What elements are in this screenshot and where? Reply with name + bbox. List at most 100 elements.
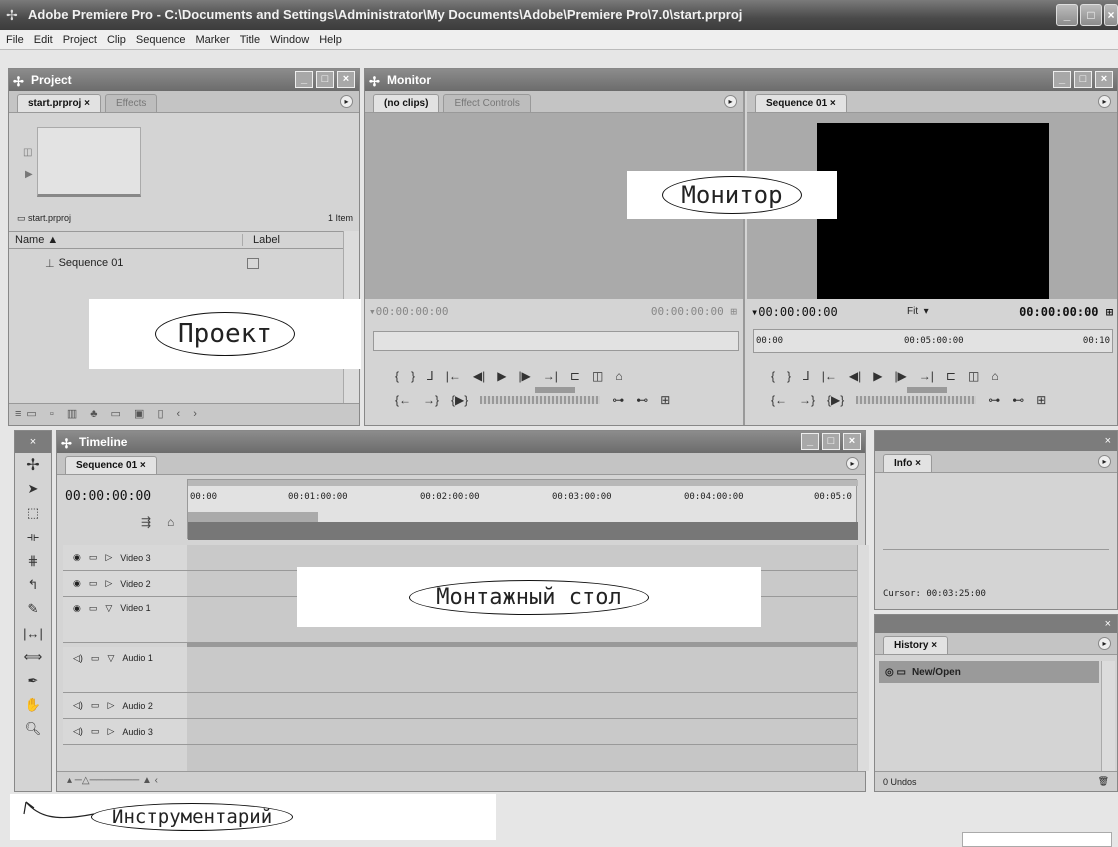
- close-button[interactable]: ×: [1104, 4, 1118, 26]
- ripple-edit-tool-icon[interactable]: ⟛: [15, 525, 51, 549]
- project-toolbar[interactable]: ≡▭ ▫ ▥ ♣ ▭ ▣ ▯ ‹ ›: [9, 403, 359, 425]
- work-area-range[interactable]: [188, 512, 318, 522]
- zoom-tool-icon[interactable]: 🔍︎: [15, 717, 51, 741]
- mark-out-icon[interactable]: }: [411, 369, 415, 383]
- go-to-next-edit-icon[interactable]: →}: [423, 393, 439, 407]
- panel-menu-button[interactable]: ▸: [1098, 455, 1111, 468]
- lock-icon[interactable]: ▭: [89, 578, 98, 589]
- lock-icon[interactable]: ▭: [89, 603, 98, 614]
- marker-icon[interactable]: ⌂: [167, 515, 174, 529]
- expand-icon[interactable]: ▷: [105, 578, 112, 589]
- panel-menu-button[interactable]: ▸: [1098, 637, 1111, 650]
- jog-control[interactable]: [856, 396, 977, 404]
- panel-menu-button[interactable]: ▸: [846, 457, 859, 470]
- mark-out-icon[interactable]: }: [787, 369, 791, 383]
- timeline-vertical-scrollbar[interactable]: [857, 545, 869, 771]
- menu-help[interactable]: Help: [319, 34, 342, 46]
- speaker-icon[interactable]: ◁): [73, 700, 83, 711]
- timeline-zoom-bar[interactable]: ▴ ─△─────── ▲ ‹: [57, 771, 865, 791]
- timeline-timecode[interactable]: 00:00:00:00: [65, 489, 151, 504]
- step-forward-icon[interactable]: |▶: [518, 369, 530, 383]
- pen-tool-icon[interactable]: ✒: [15, 669, 51, 693]
- maximize-button[interactable]: □: [1080, 4, 1102, 26]
- panel-close-button[interactable]: ×: [337, 71, 355, 88]
- menu-sequence[interactable]: Sequence: [136, 34, 186, 46]
- go-to-out-icon[interactable]: →|: [543, 369, 558, 383]
- eye-icon[interactable]: ◉: [73, 552, 81, 563]
- menu-title[interactable]: Title: [240, 34, 260, 46]
- expand-icon[interactable]: ▽: [105, 603, 112, 614]
- tab-no-clips[interactable]: (no clips): [373, 94, 440, 112]
- shuttle-slider[interactable]: [535, 387, 575, 393]
- source-time-ruler[interactable]: [373, 331, 739, 351]
- shuttle-slider[interactable]: [907, 387, 947, 393]
- extract-icon[interactable]: ⊷: [1012, 393, 1024, 407]
- panel-maximize-button[interactable]: □: [316, 71, 334, 88]
- loop-icon[interactable]: ⊏: [570, 369, 580, 383]
- step-back-icon[interactable]: ◀|: [849, 369, 861, 383]
- tab-sequence-01[interactable]: Sequence 01 ×: [65, 456, 157, 474]
- track-header-video-3[interactable]: ◉ ▭ ▷ Video 3: [63, 545, 187, 571]
- lock-icon[interactable]: ▭: [89, 552, 98, 563]
- work-area-bar[interactable]: [188, 480, 858, 486]
- play-in-to-out-icon[interactable]: {▶}: [451, 393, 468, 407]
- menu-file[interactable]: File: [6, 34, 24, 46]
- trim-icon[interactable]: ⊞: [1036, 393, 1046, 407]
- slip-tool-icon[interactable]: |↔|: [15, 621, 51, 645]
- panel-minimize-button[interactable]: _: [801, 433, 819, 450]
- panel-maximize-button[interactable]: □: [1074, 71, 1092, 88]
- go-to-out-icon[interactable]: →|: [919, 369, 934, 383]
- rate-stretch-tool-icon[interactable]: ↰: [15, 573, 51, 597]
- panel-menu-button[interactable]: ▸: [340, 95, 353, 108]
- program-time-ruler[interactable]: 00:00 00:05:00:00 00:10: [753, 329, 1113, 353]
- play-in-to-out-icon[interactable]: {▶}: [827, 393, 844, 407]
- lift-icon[interactable]: ⊶: [988, 393, 1000, 407]
- fit-dropdown[interactable]: Fit ▾: [907, 306, 929, 317]
- track-audio-3[interactable]: [187, 719, 857, 745]
- output-icon[interactable]: ⌂: [615, 369, 622, 383]
- go-to-next-edit-icon[interactable]: →}: [799, 393, 815, 407]
- menu-window[interactable]: Window: [270, 34, 309, 46]
- minimize-button[interactable]: _: [1056, 4, 1078, 26]
- tab-info[interactable]: Info ×: [883, 454, 932, 472]
- rolling-edit-tool-icon[interactable]: ⋕: [15, 549, 51, 573]
- output-icon[interactable]: ⌂: [991, 369, 998, 383]
- eye-icon[interactable]: ◉: [73, 603, 81, 614]
- label-color-swatch[interactable]: [246, 257, 259, 269]
- hand-tool-icon[interactable]: ✋: [15, 693, 51, 717]
- tab-start-prproj[interactable]: start.prproj ×: [17, 94, 101, 112]
- panel-maximize-button[interactable]: □: [822, 433, 840, 450]
- mark-in-icon[interactable]: {: [395, 369, 399, 383]
- history-item[interactable]: ◎ ▭ New/Open: [879, 661, 1099, 683]
- lock-icon[interactable]: ▭: [91, 700, 100, 711]
- expand-icon[interactable]: ▷: [107, 700, 114, 711]
- mark-in-icon[interactable]: {: [771, 369, 775, 383]
- go-to-previous-edit-icon[interactable]: {←: [771, 393, 787, 407]
- overlay-icon[interactable]: ⊷: [636, 393, 648, 407]
- step-forward-icon[interactable]: |▶: [894, 369, 906, 383]
- track-audio-2[interactable]: [187, 693, 857, 719]
- track-header-video-2[interactable]: ◉ ▭ ▷ Video 2: [63, 571, 187, 597]
- tab-effect-controls[interactable]: Effect Controls: [443, 94, 531, 112]
- safe-margins-icon[interactable]: ◫: [592, 369, 603, 383]
- history-close-icon[interactable]: ×: [875, 615, 1117, 633]
- play-icon[interactable]: ▶: [873, 369, 882, 383]
- speaker-icon[interactable]: ◁): [73, 653, 83, 664]
- eye-icon[interactable]: ◉: [73, 578, 81, 589]
- column-name[interactable]: Name ▲: [9, 234, 243, 246]
- speaker-icon[interactable]: ◁): [73, 726, 83, 737]
- slide-tool-icon[interactable]: ⟺: [15, 645, 51, 669]
- loop-icon[interactable]: ⊏: [946, 369, 956, 383]
- selection-tool-icon[interactable]: ➤: [15, 477, 51, 501]
- play-icon[interactable]: ▶: [497, 369, 506, 383]
- tab-history[interactable]: History ×: [883, 636, 949, 654]
- razor-tool-icon[interactable]: ✎: [15, 597, 51, 621]
- jog-control[interactable]: [480, 396, 601, 404]
- lock-icon[interactable]: ▭: [91, 653, 100, 664]
- set-unnumbered-marker-icon[interactable]: ⅃: [427, 369, 434, 383]
- tab-sequence-01[interactable]: Sequence 01 ×: [755, 94, 847, 112]
- track-header-audio-1[interactable]: ◁) ▭ ▽ Audio 1: [63, 647, 187, 693]
- lock-icon[interactable]: ▭: [91, 726, 100, 737]
- track-header-audio-3[interactable]: ◁) ▭ ▷ Audio 3: [63, 719, 187, 745]
- go-to-previous-edit-icon[interactable]: {←: [395, 393, 411, 407]
